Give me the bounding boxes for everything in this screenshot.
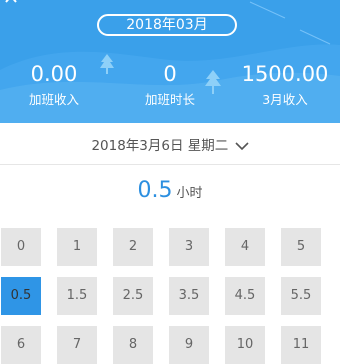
hour-option[interactable]: 6 [1,326,41,364]
selected-hours-value: 0.5 [137,178,173,203]
header-banner: 2018年03月 0.00 加班收入 0 加班时长 1500.00 3月收入 [0,0,340,123]
hour-option[interactable]: 10 [225,326,265,364]
hour-option[interactable]: 11 [281,326,321,364]
overtime-income-value: 0.00 [30,62,78,86]
hour-option[interactable]: 2 [113,228,153,266]
overtime-hours-value: 0 [163,62,177,86]
hour-option[interactable]: 5.5 [281,277,321,315]
hour-option[interactable]: 3 [169,228,209,266]
overtime-hours-label: 加班时长 [144,92,195,107]
hour-option[interactable]: 2.5 [113,277,153,315]
hour-option-selected[interactable]: 0.5 [1,277,41,315]
tree-icon [100,54,114,74]
hour-option[interactable]: 8 [113,326,153,364]
monthly-income-label: 3月收入 [262,92,308,107]
month-selector[interactable]: 2018年03月 [97,14,237,36]
divider [0,164,340,165]
hour-option[interactable]: 1 [57,228,97,266]
overtime-income-stat: 0.00 加班收入 [8,60,100,109]
hour-option[interactable]: 0 [1,228,41,266]
hour-option[interactable]: 4.5 [225,277,265,315]
date-selector[interactable]: 2018年3月6日 星期二 [0,128,340,164]
back-arrow-icon[interactable] [4,0,18,8]
date-label: 2018年3月6日 星期二 [91,138,229,154]
overtime-income-label: 加班收入 [28,92,79,107]
chevron-down-icon [234,142,249,151]
hour-option[interactable]: 5 [281,228,321,266]
selected-hours-unit: 小时 [176,186,203,201]
hour-option[interactable]: 4 [225,228,265,266]
selected-hours: 0.5 小时 [0,178,340,203]
hour-option[interactable]: 7 [57,326,97,364]
hour-option[interactable]: 3.5 [169,277,209,315]
monthly-income-stat: 1500.00 3月收入 [237,60,333,109]
hour-option[interactable]: 9 [169,326,209,364]
hour-option[interactable]: 1.5 [57,277,97,315]
overtime-hours-stat: 0 加班时长 [124,60,216,109]
monthly-income-value: 1500.00 [241,62,329,86]
